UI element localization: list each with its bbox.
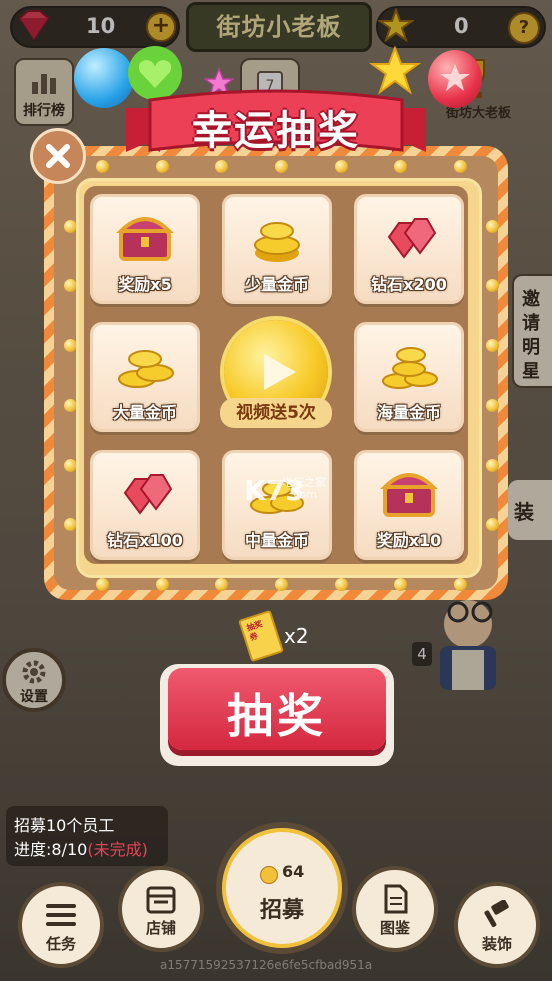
prize-label: 少量金币: [244, 275, 309, 294]
watermark-url: .com: [290, 488, 317, 501]
gold-coins-icon: [379, 337, 439, 393]
prize-label: 奖励x5: [118, 275, 172, 294]
task-progress-box[interactable]: 招募10个员工 进度:8/10(未完成): [6, 806, 168, 866]
task-progress-count: 进度:8/10: [14, 840, 88, 859]
lottery-title: 幸运抽奖: [192, 108, 360, 154]
ticket-count: x2: [284, 624, 309, 648]
play-icon: [256, 350, 300, 394]
decorate-label: 装饰: [481, 935, 512, 953]
treasure-chest-icon: [379, 465, 439, 521]
prize-cell-coins-large: 大量金币: [90, 322, 200, 432]
prize-cell-coins-small: 少量金币: [222, 194, 332, 304]
prize-label: 钻石x100: [107, 531, 183, 550]
gold-coins-icon: [247, 209, 307, 265]
diamonds-icon: [115, 465, 175, 521]
draw-button-label: 抽奖: [227, 689, 327, 743]
task-description: 招募10个员工: [14, 816, 115, 835]
prize-cell-coins-huge: 海量金币: [354, 322, 464, 432]
coin-icon: [260, 866, 278, 884]
draw-button[interactable]: 抽奖: [160, 664, 394, 766]
draw-button-face: 抽奖: [168, 668, 386, 750]
gold-coins-icon: [115, 337, 175, 393]
video-bonus-button[interactable]: 视频送5次: [218, 316, 334, 432]
close-button[interactable]: [30, 128, 86, 184]
tasks-label: 任务: [45, 935, 76, 953]
list-icon: [44, 900, 78, 930]
lucky-draw-banner: 幸运抽奖: [126, 88, 426, 162]
ticket-label: 抽奖券: [245, 619, 264, 643]
catalog-button[interactable]: 图鉴: [352, 866, 438, 952]
prize-label: 大量金币: [112, 403, 177, 422]
treasure-chest-icon: [115, 209, 175, 265]
shop-label: 店铺: [145, 919, 176, 937]
prize-label: 海量金币: [376, 403, 441, 422]
catalog-label: 图鉴: [379, 919, 410, 937]
hammer-icon: [480, 899, 514, 930]
prize-cell-reward-10: 奖励x10: [354, 450, 464, 560]
task-status: (未完成): [87, 840, 148, 859]
recruit-cost: 64: [282, 862, 305, 881]
decorate-button[interactable]: 装饰: [454, 882, 540, 968]
session-id: a15771592537126e6fe5cfbad951a: [160, 958, 373, 972]
tasks-button[interactable]: 任务: [18, 882, 104, 968]
red-balloon-icon: [428, 50, 482, 108]
task-progress: 进度:8/10(未完成): [14, 836, 148, 860]
video-bonus-label: 视频送5次: [220, 398, 332, 428]
blue-balloon-icon: [74, 48, 134, 108]
prize-cell-reward-5: 奖励x5: [90, 194, 200, 304]
document-icon: [378, 884, 412, 914]
prize-label: 中量金币: [244, 531, 309, 550]
prize-cell-diamonds-100: 钻石x100: [90, 450, 200, 560]
prize-label: 奖励x10: [376, 531, 442, 550]
shop-button[interactable]: 店铺: [118, 866, 204, 952]
recruit-label: 招募: [259, 898, 304, 923]
close-icon: [46, 144, 70, 168]
prize-cell-diamonds-200: 钻石x200: [354, 194, 464, 304]
diamonds-icon: [379, 209, 439, 265]
recruit-button[interactable]: 64 招募: [216, 822, 348, 954]
shop-icon: [144, 884, 178, 914]
prize-label: 钻石x200: [371, 275, 447, 294]
